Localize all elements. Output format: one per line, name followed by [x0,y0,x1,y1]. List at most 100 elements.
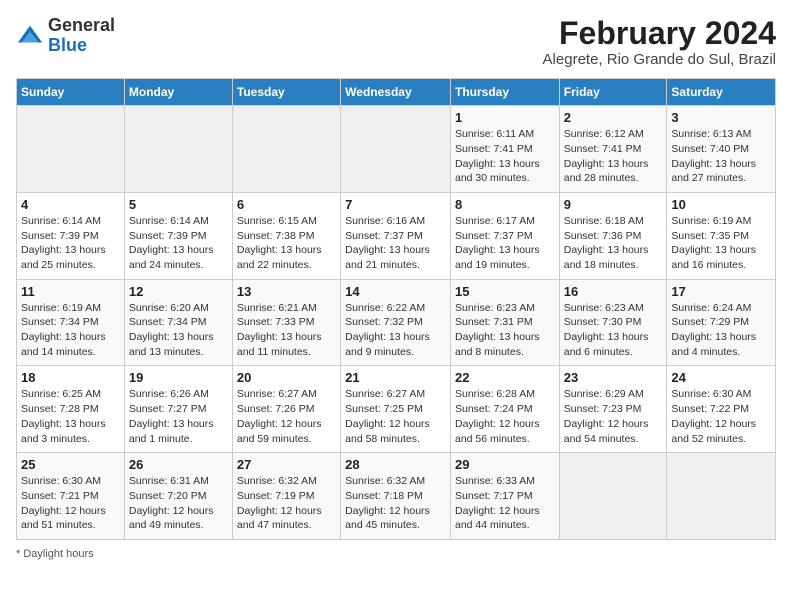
calendar-cell: 24 Sunrise: 6:30 AMSunset: 7:22 PMDayligh… [667,366,776,453]
title-area: February 2024 Alegrete, Rio Grande do Su… [543,16,776,68]
day-number: 10 [671,197,771,212]
day-number: 17 [671,284,771,299]
day-number: 29 [455,457,555,472]
day-header-thursday: Thursday [450,79,559,106]
calendar-cell: 15 Sunrise: 6:23 AMSunset: 7:31 PMDayligh… [450,279,559,366]
day-header-sunday: Sunday [17,79,125,106]
logo-text: General Blue [48,16,115,56]
day-number: 2 [564,110,663,125]
day-info: Sunrise: 6:27 AMSunset: 7:25 PMDaylight:… [345,387,446,446]
day-info: Sunrise: 6:26 AMSunset: 7:27 PMDaylight:… [129,387,228,446]
day-info: Sunrise: 6:18 AMSunset: 7:36 PMDaylight:… [564,214,663,273]
day-info: Sunrise: 6:32 AMSunset: 7:18 PMDaylight:… [345,474,446,533]
location-subtitle: Alegrete, Rio Grande do Sul, Brazil [543,51,776,68]
calendar-cell: 27 Sunrise: 6:32 AMSunset: 7:19 PMDayligh… [232,453,340,540]
calendar-cell: 10 Sunrise: 6:19 AMSunset: 7:35 PMDayligh… [667,192,776,279]
day-number: 18 [21,370,120,385]
day-info: Sunrise: 6:28 AMSunset: 7:24 PMDaylight:… [455,387,555,446]
day-info: Sunrise: 6:32 AMSunset: 7:19 PMDaylight:… [237,474,336,533]
day-number: 9 [564,197,663,212]
calendar-week-row: 25 Sunrise: 6:30 AMSunset: 7:21 PMDayligh… [17,453,776,540]
day-number: 13 [237,284,336,299]
calendar-cell: 8Sunrise: 6:17 AMSunset: 7:37 PMDaylight… [450,192,559,279]
calendar-cell: 12 Sunrise: 6:20 AMSunset: 7:34 PMDayligh… [124,279,232,366]
day-number: 15 [455,284,555,299]
calendar-week-row: 18 Sunrise: 6:25 AMSunset: 7:28 PMDayligh… [17,366,776,453]
day-number: 26 [129,457,228,472]
day-number: 6 [237,197,336,212]
calendar-week-row: 1 Sunrise: 6:11 AMSunset: 7:41 PMDaylight… [17,106,776,193]
day-number: 1 [455,110,555,125]
calendar-cell [667,453,776,540]
day-number: 25 [21,457,120,472]
day-info: Sunrise: 6:12 AMSunset: 7:41 PMDaylight:… [564,127,663,186]
calendar-cell [232,106,340,193]
day-info: Sunrise: 6:27 AMSunset: 7:26 PMDaylight:… [237,387,336,446]
day-number: 22 [455,370,555,385]
calendar-cell: 3 Sunrise: 6:13 AMSunset: 7:40 PMDaylight… [667,106,776,193]
calendar-cell: 25 Sunrise: 6:30 AMSunset: 7:21 PMDayligh… [17,453,125,540]
footer-note: * Daylight hours [16,548,776,560]
day-header-wednesday: Wednesday [341,79,451,106]
day-number: 24 [671,370,771,385]
day-info: Sunrise: 6:16 AMSunset: 7:37 PMDaylight:… [345,214,446,273]
calendar-cell: 14 Sunrise: 6:22 AMSunset: 7:32 PMDayligh… [341,279,451,366]
calendar-cell: 9 Sunrise: 6:18 AMSunset: 7:36 PMDaylight… [559,192,667,279]
day-info: Sunrise: 6:24 AMSunset: 7:29 PMDaylight:… [671,301,771,360]
calendar-cell [124,106,232,193]
day-number: 23 [564,370,663,385]
day-info: Sunrise: 6:11 AMSunset: 7:41 PMDaylight:… [455,127,555,186]
month-year-title: February 2024 [543,16,776,51]
day-number: 14 [345,284,446,299]
calendar-cell: 21 Sunrise: 6:27 AMSunset: 7:25 PMDayligh… [341,366,451,453]
day-number: 27 [237,457,336,472]
day-number: 11 [21,284,120,299]
day-info: Sunrise: 6:14 AMSunset: 7:39 PMDaylight:… [21,214,120,273]
calendar-cell: 7 Sunrise: 6:16 AMSunset: 7:37 PMDaylight… [341,192,451,279]
calendar-cell: 28 Sunrise: 6:32 AMSunset: 7:18 PMDayligh… [341,453,451,540]
day-number: 21 [345,370,446,385]
day-number: 19 [129,370,228,385]
day-number: 28 [345,457,446,472]
calendar-cell: 19 Sunrise: 6:26 AMSunset: 7:27 PMDayligh… [124,366,232,453]
day-number: 20 [237,370,336,385]
day-number: 7 [345,197,446,212]
calendar-cell: 13Sunrise: 6:21 AMSunset: 7:33 PMDayligh… [232,279,340,366]
day-info: Sunrise: 6:14 AMSunset: 7:39 PMDaylight:… [129,214,228,273]
day-info: Sunrise: 6:29 AMSunset: 7:23 PMDaylight:… [564,387,663,446]
day-header-saturday: Saturday [667,79,776,106]
calendar-cell: 16Sunrise: 6:23 AMSunset: 7:30 PMDayligh… [559,279,667,366]
calendar-cell: 2 Sunrise: 6:12 AMSunset: 7:41 PMDaylight… [559,106,667,193]
day-info: Sunrise: 6:20 AMSunset: 7:34 PMDaylight:… [129,301,228,360]
calendar-cell: 5Sunrise: 6:14 AMSunset: 7:39 PMDaylight… [124,192,232,279]
calendar-cell: 29Sunrise: 6:33 AMSunset: 7:17 PMDayligh… [450,453,559,540]
page-header: General Blue February 2024 Alegrete, Rio… [16,16,776,68]
day-header-friday: Friday [559,79,667,106]
calendar-cell: 17 Sunrise: 6:24 AMSunset: 7:29 PMDayligh… [667,279,776,366]
day-info: Sunrise: 6:25 AMSunset: 7:28 PMDaylight:… [21,387,120,446]
day-number: 8 [455,197,555,212]
calendar-cell [17,106,125,193]
calendar-cell: 18 Sunrise: 6:25 AMSunset: 7:28 PMDayligh… [17,366,125,453]
logo-icon [16,22,44,50]
day-info: Sunrise: 6:31 AMSunset: 7:20 PMDaylight:… [129,474,228,533]
day-info: Sunrise: 6:15 AMSunset: 7:38 PMDaylight:… [237,214,336,273]
day-number: 12 [129,284,228,299]
day-info: Sunrise: 6:23 AMSunset: 7:30 PMDaylight:… [564,301,663,360]
day-info: Sunrise: 6:19 AMSunset: 7:35 PMDaylight:… [671,214,771,273]
day-number: 4 [21,197,120,212]
calendar-cell: 6 Sunrise: 6:15 AMSunset: 7:38 PMDaylight… [232,192,340,279]
day-info: Sunrise: 6:23 AMSunset: 7:31 PMDaylight:… [455,301,555,360]
day-info: Sunrise: 6:22 AMSunset: 7:32 PMDaylight:… [345,301,446,360]
day-info: Sunrise: 6:19 AMSunset: 7:34 PMDaylight:… [21,301,120,360]
day-info: Sunrise: 6:30 AMSunset: 7:22 PMDaylight:… [671,387,771,446]
day-header-monday: Monday [124,79,232,106]
day-info: Sunrise: 6:30 AMSunset: 7:21 PMDaylight:… [21,474,120,533]
calendar-week-row: 11 Sunrise: 6:19 AMSunset: 7:34 PMDayligh… [17,279,776,366]
calendar-cell: 20 Sunrise: 6:27 AMSunset: 7:26 PMDayligh… [232,366,340,453]
day-info: Sunrise: 6:13 AMSunset: 7:40 PMDaylight:… [671,127,771,186]
day-number: 3 [671,110,771,125]
calendar-cell: 1 Sunrise: 6:11 AMSunset: 7:41 PMDaylight… [450,106,559,193]
calendar-cell [559,453,667,540]
calendar-cell: 22 Sunrise: 6:28 AMSunset: 7:24 PMDayligh… [450,366,559,453]
